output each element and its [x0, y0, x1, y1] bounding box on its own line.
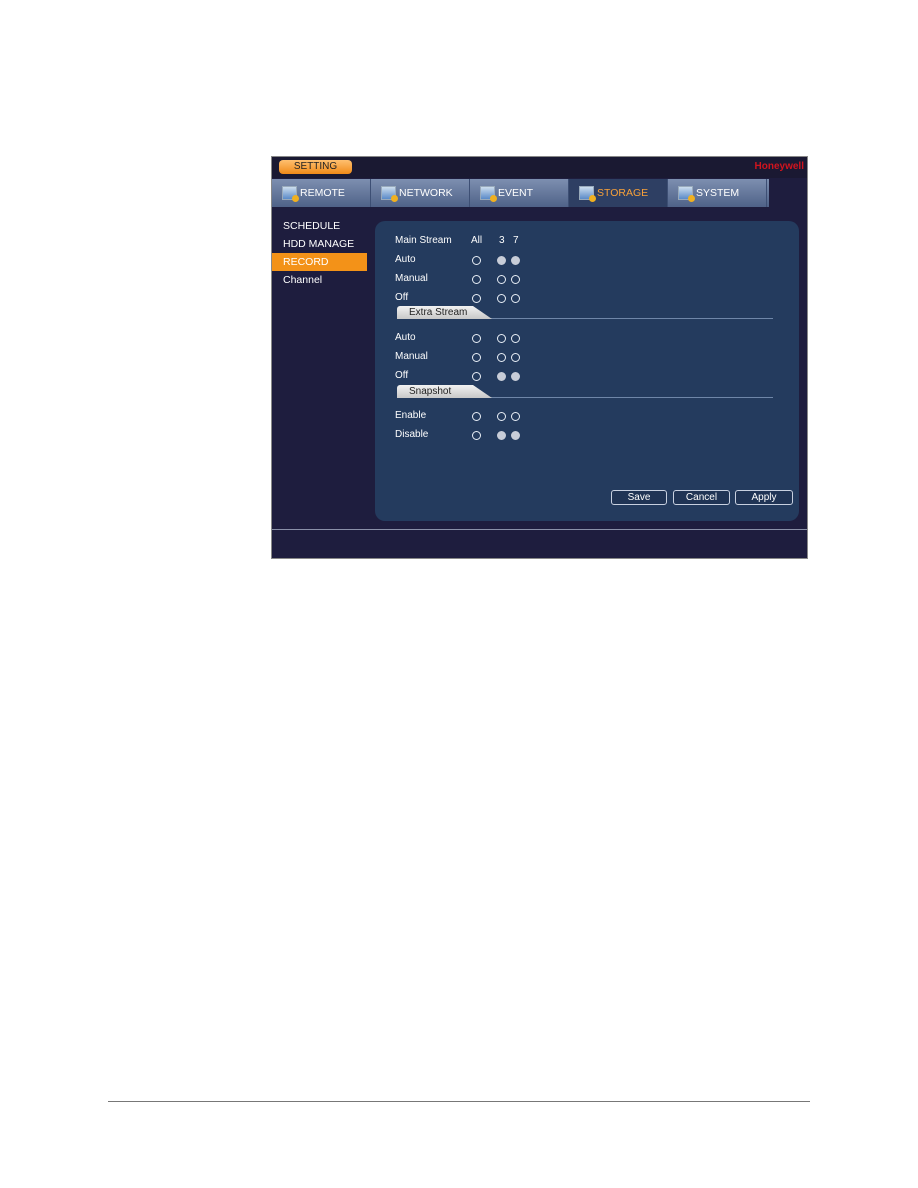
extra-stream-section: Extra Stream	[397, 306, 773, 319]
column-7: 7	[513, 235, 519, 246]
setting-button[interactable]: SETTING	[279, 160, 352, 174]
tab-remote[interactable]: REMOTE	[272, 179, 371, 207]
radio-7[interactable]	[511, 412, 520, 421]
page-rule	[108, 1101, 810, 1102]
radio-3[interactable]	[497, 294, 506, 303]
snapshot-title: Snapshot	[397, 385, 492, 398]
extra-row-label: Auto	[395, 332, 416, 343]
main-row-label: Off	[395, 292, 409, 303]
sidebar: SCHEDULE HDD MANAGE RECORD Channel	[272, 217, 367, 289]
snapshot-row-label: Disable	[395, 429, 429, 440]
snapshot-section: Snapshot	[397, 385, 773, 398]
storage-icon	[579, 186, 596, 202]
divider	[272, 529, 807, 530]
record-panel: Main Stream All 3 7 Extra Stream Snapsho…	[375, 221, 799, 521]
cancel-button[interactable]: Cancel	[673, 490, 730, 505]
sidebar-item-schedule[interactable]: SCHEDULE	[272, 217, 367, 235]
main-row-label: Manual	[395, 273, 428, 284]
tab-label: NETWORK	[399, 187, 453, 199]
radio-7[interactable]	[511, 372, 520, 381]
remote-icon	[282, 186, 299, 202]
tab-network[interactable]: NETWORK	[371, 179, 470, 207]
title-bar: SETTING Honeywell	[272, 157, 807, 178]
brand-logo: Honeywell	[754, 161, 804, 172]
sidebar-item-channel[interactable]: Channel	[272, 271, 367, 289]
tab-event[interactable]: EVENT	[470, 179, 569, 207]
radio-all[interactable]	[472, 372, 481, 381]
radio-all[interactable]	[472, 334, 481, 343]
radio-all[interactable]	[472, 431, 481, 440]
radio-all[interactable]	[472, 256, 481, 265]
tab-label: SYSTEM	[696, 187, 740, 199]
main-tabs: REMOTE NETWORK EVENT STORAGE SYSTEM	[272, 179, 769, 207]
radio-3[interactable]	[497, 431, 506, 440]
tab-label: STORAGE	[597, 187, 649, 199]
radio-3[interactable]	[497, 334, 506, 343]
radio-3[interactable]	[497, 372, 506, 381]
event-icon	[480, 186, 497, 202]
radio-all[interactable]	[472, 275, 481, 284]
radio-7[interactable]	[511, 353, 520, 362]
radio-3[interactable]	[497, 256, 506, 265]
main-stream-label: Main Stream	[395, 235, 452, 246]
snapshot-row-label: Enable	[395, 410, 427, 421]
sidebar-item-hdd-manage[interactable]: HDD MANAGE	[272, 235, 367, 253]
radio-3[interactable]	[497, 353, 506, 362]
radio-all[interactable]	[472, 412, 481, 421]
extra-row-label: Off	[395, 370, 409, 381]
system-icon	[678, 186, 695, 202]
extra-row-label: Manual	[395, 351, 428, 362]
network-icon	[381, 186, 398, 202]
radio-7[interactable]	[511, 294, 520, 303]
tab-label: EVENT	[498, 187, 534, 199]
main-row-label: Auto	[395, 254, 416, 265]
radio-7[interactable]	[511, 275, 520, 284]
dvr-settings-screenshot: SETTING Honeywell REMOTE NETWORK EVENT STOR…	[271, 156, 808, 559]
radio-7[interactable]	[511, 334, 520, 343]
sidebar-item-record[interactable]: RECORD	[272, 253, 367, 271]
radio-all[interactable]	[472, 353, 481, 362]
tab-system[interactable]: SYSTEM	[668, 179, 767, 207]
column-3: 3	[499, 235, 505, 246]
radio-3[interactable]	[497, 275, 506, 284]
tab-storage[interactable]: STORAGE	[569, 179, 668, 207]
radio-7[interactable]	[511, 431, 520, 440]
radio-7[interactable]	[511, 256, 520, 265]
apply-button[interactable]: Apply	[735, 490, 793, 505]
save-button[interactable]: Save	[611, 490, 667, 505]
extra-stream-title: Extra Stream	[397, 306, 492, 319]
radio-all[interactable]	[472, 294, 481, 303]
radio-3[interactable]	[497, 412, 506, 421]
column-all: All	[471, 235, 483, 246]
tab-label: REMOTE	[300, 187, 345, 199]
